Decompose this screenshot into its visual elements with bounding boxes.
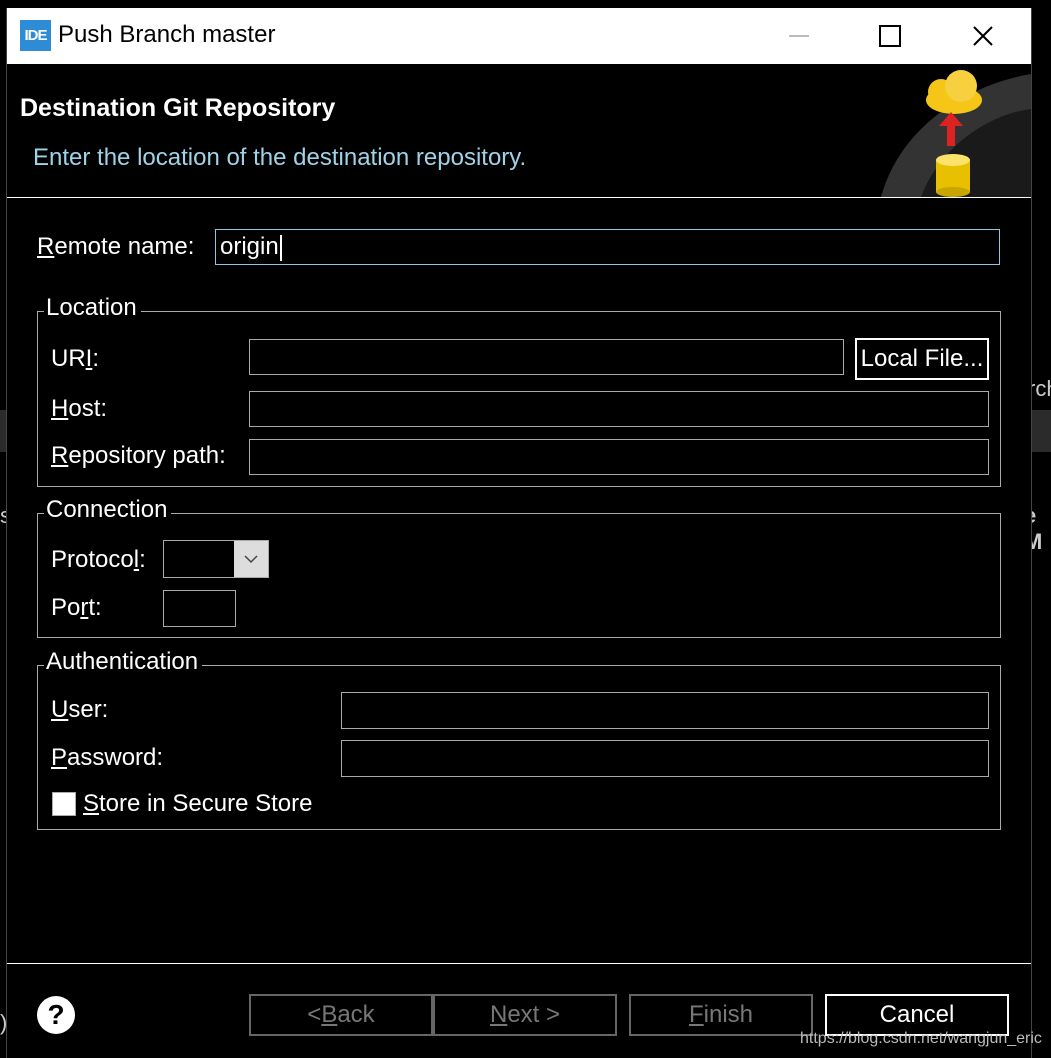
next-button[interactable]: Next > — [433, 994, 617, 1036]
close-button[interactable] — [953, 8, 1013, 64]
text-caret — [279, 234, 282, 261]
banner-description: Enter the location of the destination re… — [33, 144, 527, 171]
chevron-down-icon[interactable] — [234, 541, 268, 577]
port-label: Port: — [51, 594, 102, 621]
back-button[interactable]: < Back — [249, 994, 433, 1036]
location-group-title: Location — [44, 294, 141, 322]
uri-input[interactable] — [249, 339, 844, 375]
banner-title: Destination Git Repository — [20, 94, 336, 122]
user-label: User: — [51, 696, 109, 723]
remote-name-label: Remote name: — [37, 233, 195, 260]
password-label: Password: — [51, 744, 164, 771]
user-input[interactable] — [341, 692, 989, 729]
footer-separator — [7, 963, 1031, 964]
close-icon — [973, 26, 993, 46]
connection-group-title: Connection — [44, 496, 172, 524]
repository-path-label: Repository path: — [51, 442, 226, 469]
push-branch-dialog: IDE Push Branch master Destination Git R… — [6, 8, 1032, 1058]
minimize-button[interactable] — [769, 8, 829, 64]
title-bar[interactable]: IDE Push Branch master — [7, 8, 1031, 64]
local-file-button[interactable]: Local File... — [855, 338, 989, 380]
uri-label: URI: — [51, 345, 100, 372]
minimize-icon — [789, 35, 809, 37]
port-input[interactable] — [163, 590, 236, 627]
push-to-cloud-icon — [881, 70, 1031, 197]
remote-name-input[interactable]: origin — [215, 229, 1000, 265]
protocol-label: Protocol: — [51, 546, 146, 573]
ide-app-icon: IDE — [20, 20, 51, 51]
finish-button[interactable]: Finish — [629, 994, 813, 1036]
host-label: Host: — [51, 395, 108, 422]
authentication-group-title: Authentication — [44, 648, 203, 676]
wizard-banner: Destination Git Repository Enter the loc… — [7, 64, 1031, 198]
maximize-icon — [879, 25, 901, 47]
store-in-secure-store-label[interactable]: Store in Secure Store — [83, 790, 312, 818]
watermark: https://blog.csdn.net/wangjun_eric — [800, 1030, 1042, 1047]
store-in-secure-store-checkbox[interactable] — [52, 792, 76, 816]
host-input[interactable] — [249, 391, 989, 427]
password-input[interactable] — [341, 740, 989, 777]
protocol-select[interactable] — [163, 540, 269, 578]
help-icon[interactable]: ? — [37, 996, 75, 1034]
maximize-button[interactable] — [860, 8, 920, 64]
window-title: Push Branch master — [58, 21, 276, 48]
background-window-strip — [1031, 410, 1051, 452]
repository-path-input[interactable] — [249, 439, 989, 475]
